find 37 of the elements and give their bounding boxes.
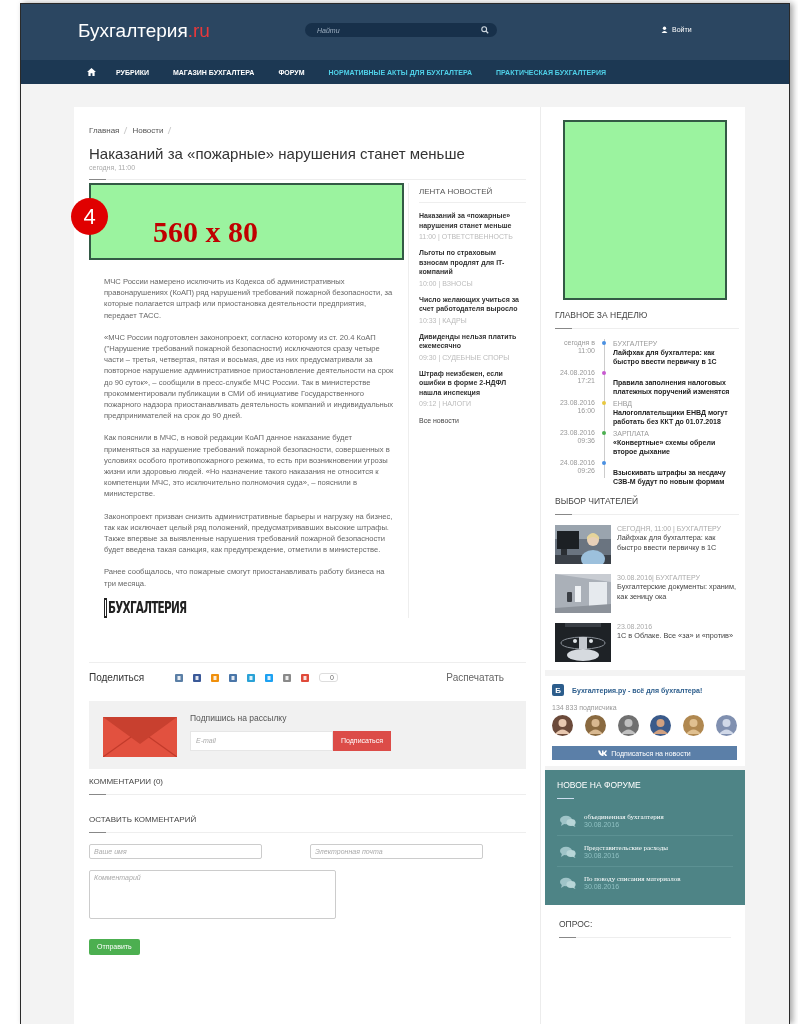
- chat-bubbles-icon: [560, 845, 576, 858]
- share-icon[interactable]: [193, 673, 201, 682]
- section-heading: ОСТАВИТЬ КОММЕНТАРИЙ: [89, 814, 198, 824]
- breadcrumb-link[interactable]: Главная: [89, 126, 120, 135]
- share-label: Поделиться: [89, 672, 146, 684]
- site-logo[interactable]: Бухгалтерия.ru: [78, 19, 305, 42]
- share-icon[interactable]: [247, 673, 255, 682]
- section-heading: НОВОЕ НА ФОРУМЕ: [557, 780, 642, 790]
- avatar[interactable]: [617, 715, 639, 736]
- share-icon[interactable]: [283, 673, 291, 682]
- group-logo[interactable]: Б: [552, 684, 564, 696]
- ad-size-label: 560 x 80: [153, 214, 258, 249]
- avatar[interactable]: [584, 715, 606, 736]
- breadcrumb-link[interactable]: Новости: [132, 126, 164, 135]
- avatar[interactable]: [650, 715, 672, 736]
- avatar[interactable]: [552, 715, 573, 736]
- share-icon[interactable]: [229, 673, 237, 682]
- section-heading: ОПРОС:: [559, 919, 594, 929]
- section-heading: ЛЕНТА НОВОСТЕЙ: [419, 187, 526, 203]
- logo-mark-icon: [104, 597, 107, 618]
- vk-logo-icon: [598, 750, 608, 756]
- share-icon[interactable]: [265, 673, 273, 682]
- chat-bubbles-icon: [560, 876, 576, 889]
- chat-bubbles-icon: [560, 814, 576, 827]
- section-heading: КОММЕНТАРИИ (0): [89, 776, 165, 786]
- user-icon[interactable]: [661, 25, 668, 33]
- section-heading: ГЛАВНОЕ ЗА НЕДЕЛЮ: [555, 310, 649, 320]
- share-icon[interactable]: [301, 673, 309, 682]
- article-title: Наказаний за «пожарные» нарушения станет меньше: [89, 145, 466, 162]
- share-icon[interactable]: [175, 673, 183, 682]
- print-link[interactable]: Распечатать: [446, 672, 504, 684]
- section-heading: ВЫБОР ЧИТАТЕЛЕЙ: [555, 496, 640, 506]
- search-icon[interactable]: [481, 26, 489, 34]
- newsletter-title: Подпишись на рассылку: [190, 712, 288, 723]
- home-icon[interactable]: [87, 68, 96, 76]
- envelope-icon: [103, 716, 177, 757]
- source-logo: БУХГАЛТЕРИЯ: [108, 598, 187, 617]
